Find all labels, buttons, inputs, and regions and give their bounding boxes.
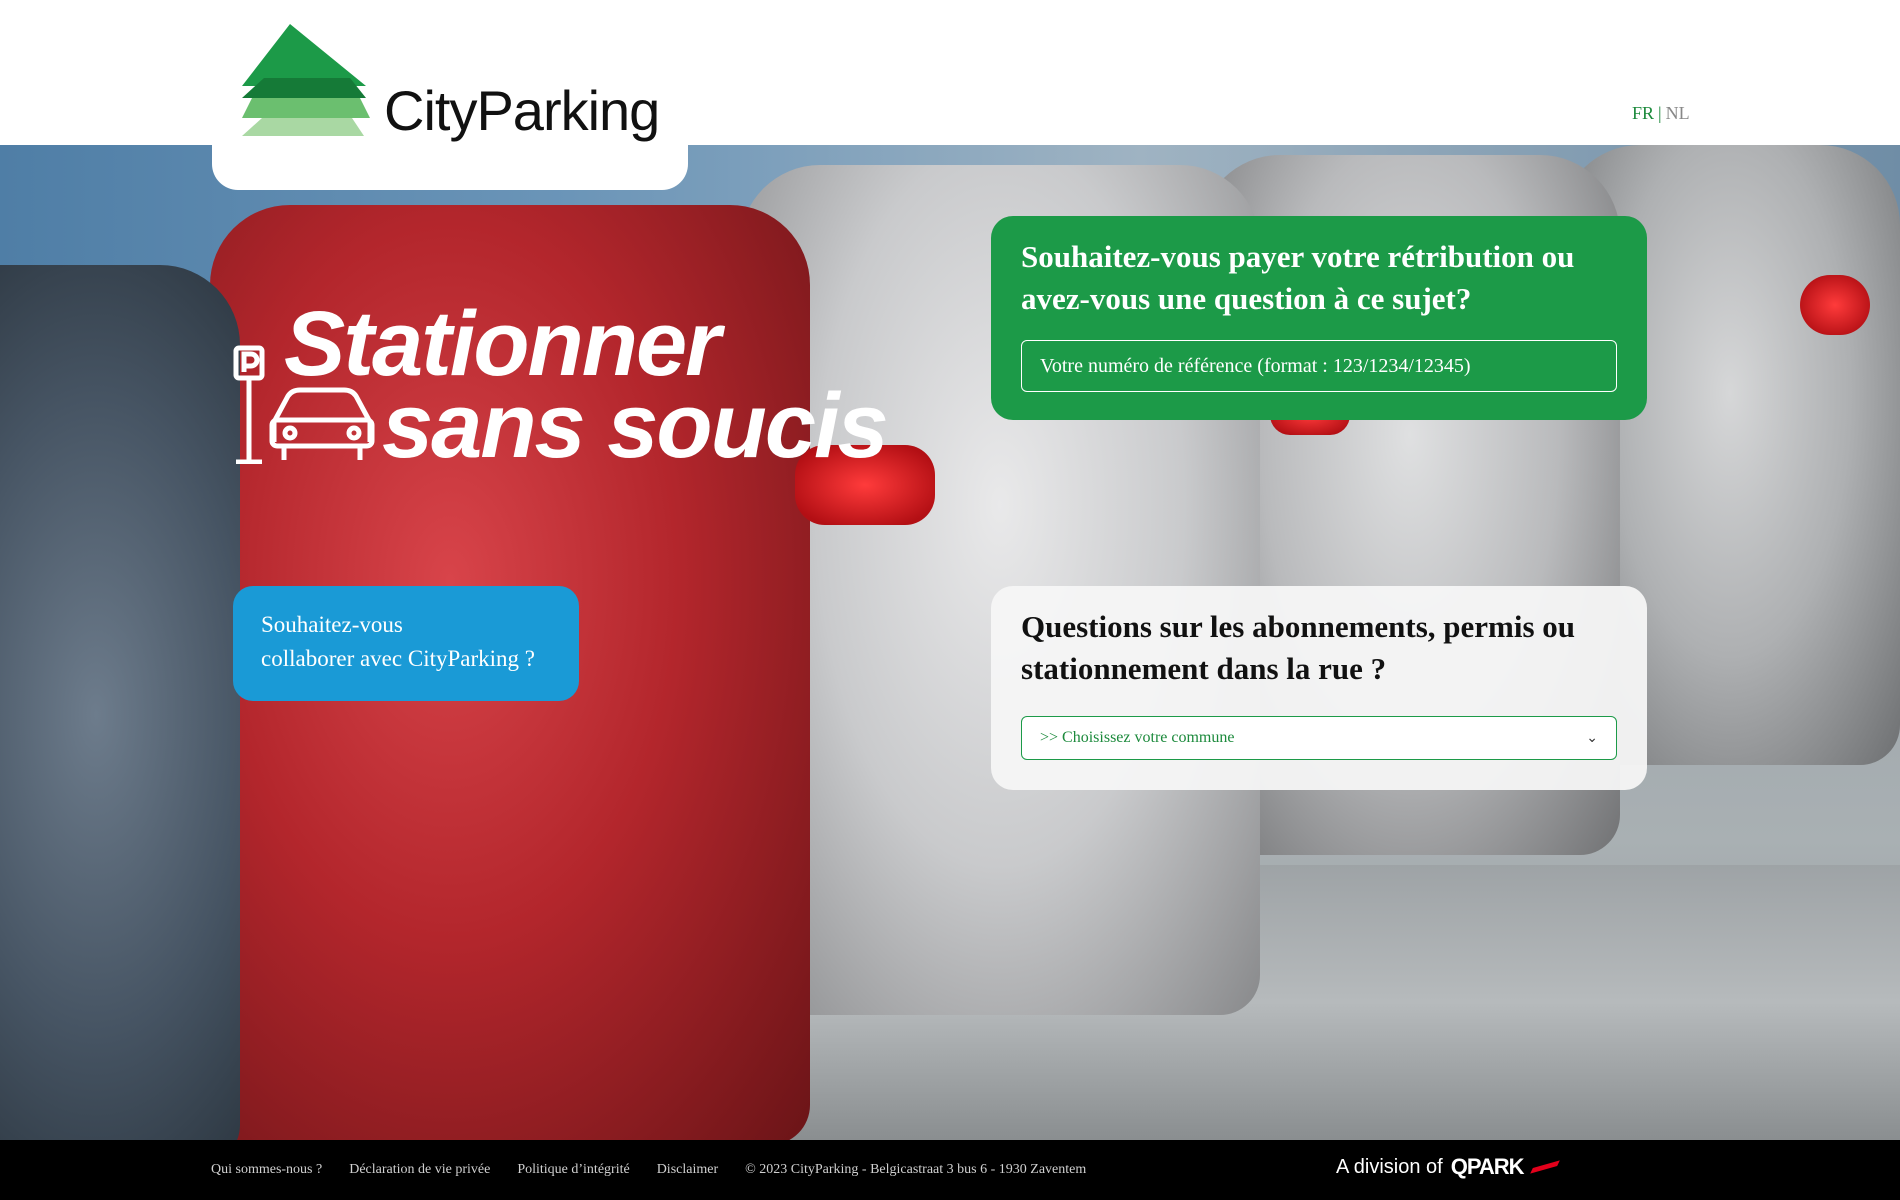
municipality-select[interactable]: >> Choisissez votre commune ⌄ xyxy=(1021,716,1617,760)
qpark-division-logo[interactable]: A division of QPARK xyxy=(1336,1154,1560,1180)
cityparking-logo-icon xyxy=(242,24,370,136)
footer-link-about[interactable]: Qui sommes-nous ? xyxy=(211,1162,322,1178)
taillight xyxy=(1800,275,1870,335)
lang-fr-link[interactable]: FR xyxy=(1632,103,1654,123)
footer-link-privacy[interactable]: Déclaration de vie privée xyxy=(349,1162,490,1178)
footer-link-disclaimer[interactable]: Disclaimer xyxy=(657,1162,718,1178)
collaborate-line2: collaborer avec CityParking ? xyxy=(261,646,535,671)
collaborate-button[interactable]: Souhaitez-vous collaborer avec CityParki… xyxy=(233,586,579,701)
division-text: A division of xyxy=(1336,1155,1443,1178)
municipality-select-value: >> Choisissez votre commune xyxy=(1040,729,1235,746)
qpark-slash-icon xyxy=(1529,1160,1560,1174)
reference-number-placeholder: Votre numéro de référence (format : 123/… xyxy=(1040,354,1471,377)
footer-links: Qui sommes-nous ? Déclaration de vie pri… xyxy=(211,1162,1086,1178)
language-switcher: FR | NL xyxy=(1632,103,1690,124)
lang-separator: | xyxy=(1658,103,1662,123)
lang-nl-link[interactable]: NL xyxy=(1666,103,1690,123)
car-image xyxy=(0,265,240,1140)
footer-link-integrity[interactable]: Politique d’intégrité xyxy=(517,1162,629,1178)
questions-card-title: Questions sur les abonnements, permis ou… xyxy=(1021,609,1576,686)
collaborate-line1: Souhaitez-vous xyxy=(261,612,403,637)
footer-copyright: © 2023 CityParking - Belgicastraat 3 bus… xyxy=(745,1162,1087,1177)
questions-card: Questions sur les abonnements, permis ou… xyxy=(991,586,1647,790)
qpark-brand: QPARK xyxy=(1450,1154,1525,1179)
site-footer: Qui sommes-nous ? Déclaration de vie pri… xyxy=(0,1140,1900,1200)
payment-card-title: Souhaitez-vous payer votre rétribution o… xyxy=(1021,239,1575,316)
hero-title-line2: sans soucis xyxy=(382,375,889,477)
payment-card: Souhaitez-vous payer votre rétribution o… xyxy=(991,216,1647,420)
chevron-down-icon: ⌄ xyxy=(1586,730,1598,746)
logo-card[interactable]: CityParking xyxy=(212,0,688,190)
brand-name: CityParking xyxy=(384,79,660,142)
reference-number-input[interactable]: Votre numéro de référence (format : 123/… xyxy=(1021,340,1617,392)
